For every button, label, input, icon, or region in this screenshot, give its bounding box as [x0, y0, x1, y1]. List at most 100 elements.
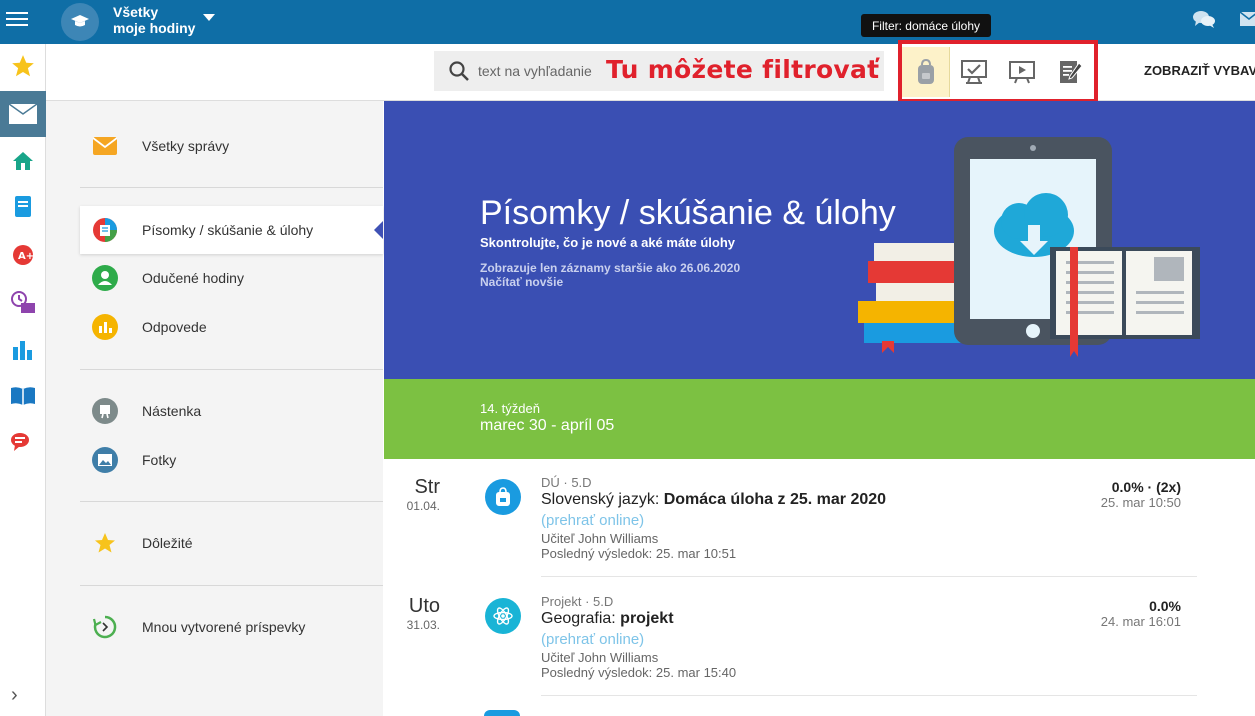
nav-item-photos[interactable]: Fotky: [80, 436, 383, 484]
entry-title: Domáca úloha z 25. mar 2020: [663, 491, 887, 508]
rail-home[interactable]: [0, 141, 46, 181]
board-icon: [92, 398, 118, 424]
tablet-books-illustration: [858, 137, 1200, 357]
chat-icon: [11, 433, 29, 451]
photo-icon: [92, 447, 118, 473]
nav-item-all-messages[interactable]: Všetky správy: [80, 122, 383, 170]
nav-item-label: Fotky: [142, 452, 177, 468]
teacher-icon: [92, 265, 118, 291]
rail-messages[interactable]: [0, 91, 46, 137]
entry-divider: [541, 576, 1197, 577]
nav-divider: [80, 501, 383, 502]
entry-time: 25. mar 10:50: [1100, 495, 1181, 510]
list-item[interactable]: Uto 31.03. Projekt · 5.D Geografia: proj…: [384, 578, 1255, 696]
play-online-link[interactable]: (prehrať online): [541, 512, 644, 529]
bar-chart-icon: [13, 341, 32, 360]
filter-tooltip: Filter: domáce úlohy: [861, 14, 991, 37]
entry-teacher: Učiteľ John Williams: [541, 531, 659, 546]
entry-type: Projekt · 5.D: [541, 594, 614, 609]
entry-last-result: Posledný výsledok: 25. mar 15:40: [541, 665, 737, 680]
load-newer-link[interactable]: Načítať novšie: [480, 275, 563, 289]
mail-icon: [92, 133, 118, 159]
mail-icon: [9, 104, 37, 124]
answers-icon: [92, 314, 118, 340]
expand-rail-icon[interactable]: ›: [11, 684, 18, 707]
search-input[interactable]: [478, 60, 598, 82]
date-filter-note: Zobrazuje len záznamy staršie ako 26.06.…: [480, 261, 741, 275]
entry-subject[interactable]: Geografia: projekt: [541, 610, 674, 628]
menu-icon[interactable]: [6, 8, 28, 30]
filter-annotation: Tu môžete filtrovať: [606, 55, 880, 84]
rail-statistics[interactable]: [0, 329, 46, 369]
entry-subject[interactable]: Slovenský jazyk: Domáca úloha z 25. mar …: [541, 491, 886, 509]
entry-subject-name: Geografia:: [541, 610, 616, 627]
entry-time: 24. mar 16:01: [1100, 614, 1181, 629]
nav-item-homework[interactable]: Písomky / skúšanie & úlohy: [80, 206, 383, 254]
rail-discussions[interactable]: [0, 422, 46, 462]
rail-notebook[interactable]: [0, 187, 46, 227]
active-pointer: [374, 221, 383, 239]
play-online-link[interactable]: (prehrať online): [541, 631, 644, 648]
rail-favorites[interactable]: [0, 46, 46, 86]
star-icon: [92, 530, 118, 556]
class-selector-line1: Všetky: [113, 4, 159, 20]
week-range: marec 30 - apríl 05: [480, 417, 615, 434]
entry-teacher: Učiteľ John Williams: [541, 650, 659, 665]
class-avatar[interactable]: [61, 3, 99, 41]
entry-subject-name: Slovenský jazyk:: [541, 491, 660, 508]
grade-icon: A+: [13, 245, 34, 265]
backpack-icon: [485, 479, 521, 515]
star-icon: [12, 55, 34, 77]
nav-item-label: Nástenka: [142, 403, 202, 419]
nav-item-label: Odpovede: [142, 319, 207, 335]
svg-text:A+: A+: [18, 251, 34, 262]
refresh-icon: [92, 614, 118, 640]
icon-rail: A+ ›: [0, 44, 46, 716]
top-bar: Všetky moje hodiny: [0, 0, 1255, 44]
page-subtitle: Skontrolujte, čo je nové a aké máte úloh…: [480, 235, 736, 250]
home-icon: [13, 152, 33, 170]
entry-day: Str: [414, 476, 440, 498]
mail-icon[interactable]: [1240, 12, 1255, 26]
search-icon[interactable]: [448, 60, 470, 82]
nav-item-label: Mnou vytvorené príspevky: [142, 619, 306, 635]
rail-schedule[interactable]: [0, 282, 46, 322]
entry-last-result: Posledný výsledok: 25. mar 10:51: [541, 546, 737, 561]
nav-item-label: Odučené hodiny: [142, 270, 244, 286]
section-banner: Písomky / skúšanie & úlohy Skontrolujte,…: [384, 101, 1255, 379]
nav-divider: [80, 585, 383, 586]
rail-library[interactable]: [0, 376, 46, 416]
week-header: 14. týždeň marec 30 - apríl 05: [384, 379, 1255, 459]
entry-score: 0.0% · (2x): [1111, 479, 1181, 495]
atom-icon: [485, 598, 521, 634]
nav-item-board[interactable]: Nástenka: [80, 387, 383, 435]
nav-item-label: Písomky / skúšanie & úlohy: [142, 222, 314, 238]
entry-day: Uto: [408, 595, 440, 617]
graduation-cap-icon: [71, 15, 89, 27]
nav-item-my-posts[interactable]: Mnou vytvorené príspevky: [80, 603, 383, 651]
entry-title: projekt: [620, 610, 674, 627]
entry-date: 31.03.: [406, 618, 440, 632]
chevron-down-icon[interactable]: [203, 14, 215, 21]
entry-date: 01.04.: [406, 499, 440, 513]
nav-divider: [80, 187, 383, 188]
chat-icon[interactable]: [1192, 9, 1216, 31]
nav-item-label: Dôležité: [142, 535, 193, 551]
class-selector-line2: moje hodiny: [113, 20, 196, 36]
rail-grades[interactable]: A+: [0, 235, 46, 275]
filter-highlight-box: [898, 40, 1098, 103]
schedule-icon: [11, 291, 35, 313]
list-item[interactable]: Str 01.04. DÚ · 5.D Slovenský jazyk: Dom…: [384, 459, 1255, 577]
entry-score: 0.0%: [1149, 598, 1181, 614]
class-selector[interactable]: Všetky moje hodiny: [113, 4, 195, 36]
entry-type: DÚ · 5.D: [541, 475, 592, 490]
page-title: Písomky / skúšanie & úlohy: [480, 194, 896, 232]
nav-divider: [80, 369, 383, 370]
nav-item-answers[interactable]: Odpovede: [80, 303, 383, 351]
nav-item-important[interactable]: Dôležité: [80, 519, 383, 567]
book-open-icon: [11, 387, 35, 405]
nav-item-lessons[interactable]: Odučené hodiny: [80, 254, 383, 302]
show-options-button[interactable]: ZOBRAZIŤ VYBAV: [1144, 63, 1255, 78]
entry-divider: [541, 695, 1197, 696]
next-entry-icon: [484, 710, 520, 716]
